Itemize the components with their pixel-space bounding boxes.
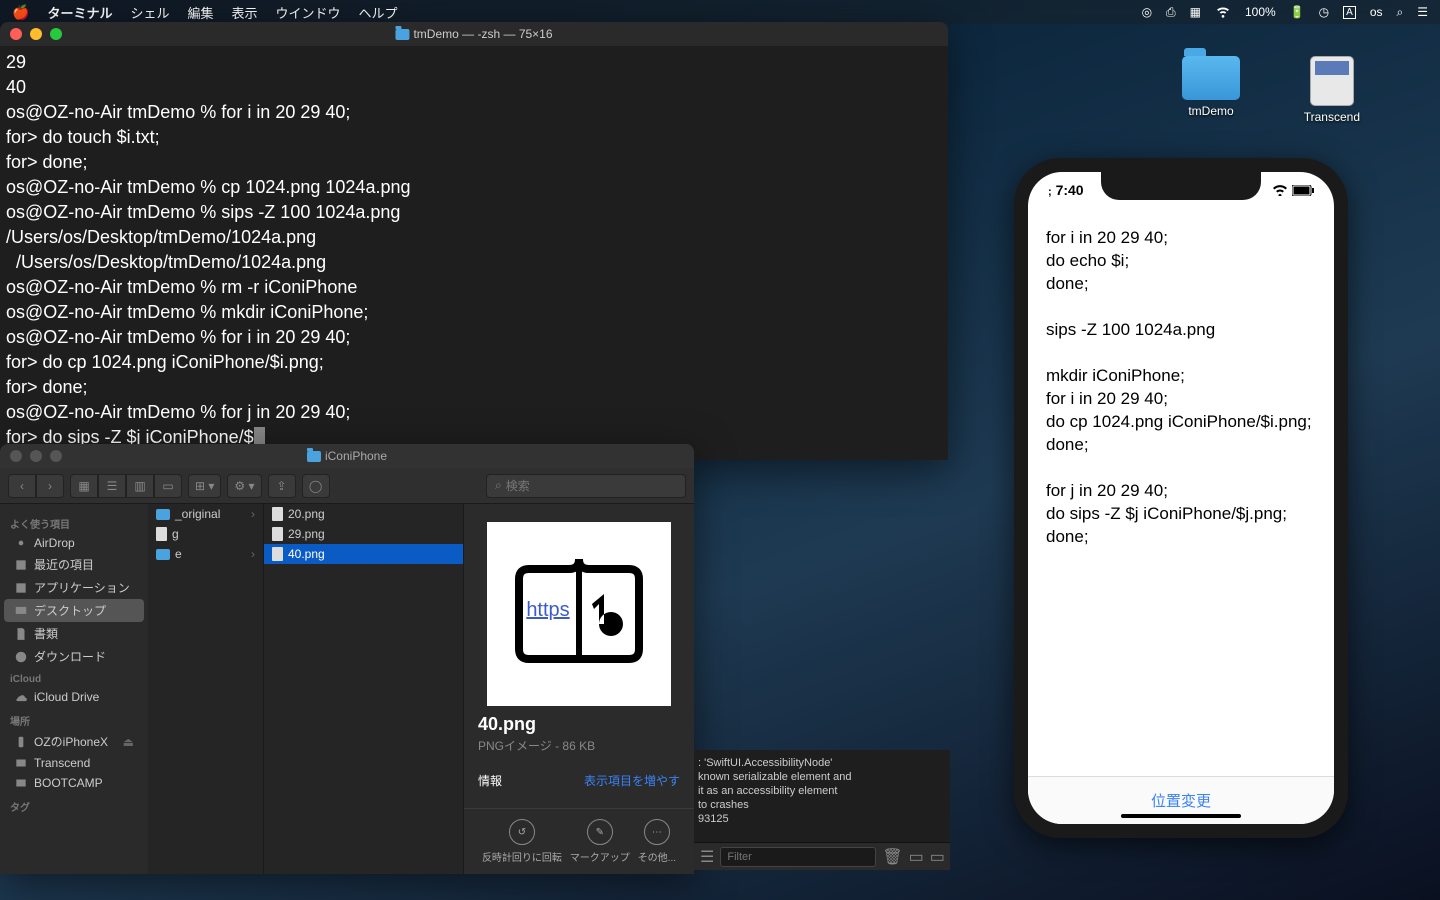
filter-input[interactable] xyxy=(720,847,876,867)
home-indicator[interactable] xyxy=(1121,814,1241,818)
rotate-action[interactable]: ↺反時計回りに回転 xyxy=(482,819,562,864)
desktop-label: tmDemo xyxy=(1188,104,1233,118)
folder-icon xyxy=(395,29,409,40)
phone-screen[interactable]: ; 7:40 for i in 20 29 40;do echo $i;done… xyxy=(1028,172,1334,824)
terminal-title: tmDemo — -zsh — 75×16 xyxy=(413,27,552,41)
sidebar-item-bootcamp[interactable]: BOOTCAMP xyxy=(4,773,144,793)
zoom-button[interactable] xyxy=(50,450,62,462)
arrange-button[interactable]: ⊞ ▾ xyxy=(188,474,221,498)
preview-subtitle: PNGイメージ - 86 KB xyxy=(478,737,680,754)
drive-icon xyxy=(1310,56,1354,106)
finder-titlebar[interactable]: iConiPhone xyxy=(0,444,694,468)
desktop-drive-transcend[interactable]: Transcend xyxy=(1304,56,1360,124)
list-item[interactable]: _original› xyxy=(148,504,263,524)
tag-button[interactable]: ◯ xyxy=(302,474,330,498)
spotlight-icon[interactable]: ⌕ xyxy=(1397,5,1404,20)
trash-icon[interactable]: 🗑 xyxy=(882,847,902,867)
desktop-folder-tmdemo[interactable]: tmDemo xyxy=(1182,56,1240,118)
filter-icon[interactable]: ☰ xyxy=(700,847,714,867)
markup-action[interactable]: ✎マークアップ xyxy=(570,819,630,864)
back-button[interactable]: ‹ xyxy=(8,474,36,498)
list-item[interactable]: e› xyxy=(148,544,263,564)
zoom-button[interactable] xyxy=(50,28,62,40)
finder-toolbar: ‹ › ▦ ☰ ▥ ▭ ⊞ ▾ ⚙ ▾ ⇪ ◯ ⌕ 検索 xyxy=(0,468,694,504)
column-1: _original› g e› xyxy=(148,504,264,874)
terminal-body[interactable]: 2940os@OZ-no-Air tmDemo % for i in 20 29… xyxy=(0,46,948,460)
record-icon[interactable]: ◎ xyxy=(1142,5,1152,19)
show-more-link[interactable]: 表示項目を増やす xyxy=(584,772,680,789)
menu-help[interactable]: ヘルプ xyxy=(359,3,398,22)
sidebar-head-loc: 場所 xyxy=(0,707,148,730)
info-label: 情報 xyxy=(478,772,502,789)
forward-button[interactable]: › xyxy=(36,474,64,498)
sidebar-head-tag: タグ xyxy=(0,793,148,816)
finder-sidebar: よく使う項目 AirDrop 最近の項目 アプリケーション デスクトップ 書類 … xyxy=(0,504,148,874)
iphone-simulator: ; 7:40 for i in 20 29 40;do echo $i;done… xyxy=(1014,158,1348,838)
column-2: 20.png 29.png 40.png xyxy=(264,504,464,874)
panel-icon[interactable]: ▭ xyxy=(930,847,945,867)
folder-icon xyxy=(1182,56,1240,100)
menu-shell[interactable]: シェル xyxy=(130,3,169,22)
sidebar-item-documents[interactable]: 書類 xyxy=(4,622,144,645)
share-button[interactable]: ⇪ xyxy=(268,474,296,498)
list-item[interactable]: g xyxy=(148,524,263,544)
app-name[interactable]: ターミナル xyxy=(47,3,112,22)
sidebar-item-recents[interactable]: 最近の項目 xyxy=(4,553,144,576)
apple-menu-icon[interactable]: 🍎 xyxy=(12,4,29,21)
close-button[interactable] xyxy=(10,28,22,40)
sidebar-item-icloud[interactable]: iCloud Drive xyxy=(4,687,144,707)
clock-icon[interactable]: ◷ xyxy=(1319,5,1329,19)
sidebar-item-transcend[interactable]: Transcend xyxy=(4,753,144,773)
sidebar-item-iphone[interactable]: OZのiPhoneX⏏ xyxy=(4,730,144,753)
menu-view[interactable]: 表示 xyxy=(231,3,257,22)
battery-pct: 100% xyxy=(1245,5,1276,19)
sidebar-item-downloads[interactable]: ダウンロード xyxy=(4,645,144,668)
view-gallery-button[interactable]: ▭ xyxy=(154,474,182,498)
minimize-button[interactable] xyxy=(30,28,42,40)
desktop-label: Transcend xyxy=(1304,110,1360,124)
preview-pane: https 40.png PNGイメージ - 86 KB 情報表示項目を増やす … xyxy=(464,504,694,874)
panel-icon[interactable]: ▭ xyxy=(909,847,924,867)
sidebar-item-airdrop[interactable]: AirDrop xyxy=(4,533,144,553)
more-action[interactable]: ⋯その他... xyxy=(638,819,676,864)
wifi-icon xyxy=(1272,184,1288,196)
terminal-window: tmDemo — -zsh — 75×16 2940os@OZ-no-Air t… xyxy=(0,22,948,460)
battery-icon[interactable]: 🔋 xyxy=(1290,5,1305,19)
wifi-icon[interactable] xyxy=(1215,3,1231,22)
preview-thumbnail: https xyxy=(487,522,671,706)
sidebar-item-apps[interactable]: アプリケーション xyxy=(4,576,144,599)
sidebar-head-fav: よく使う項目 xyxy=(0,510,148,533)
view-icon-button[interactable]: ▦ xyxy=(70,474,98,498)
svg-text:https: https xyxy=(526,599,569,621)
sidebar-item-desktop[interactable]: デスクトップ xyxy=(4,599,144,622)
battery-icon xyxy=(1292,185,1314,196)
notch xyxy=(1101,172,1261,200)
file-item[interactable]: 20.png xyxy=(264,504,463,524)
finder-title: iConiPhone xyxy=(325,449,387,463)
action-button[interactable]: ⚙ ▾ xyxy=(227,474,261,498)
folder-icon xyxy=(307,451,321,462)
menubar: 🍎 ターミナル シェル 編集 表示 ウインドウ ヘルプ ◎ ⎙ ▦ 100% 🔋… xyxy=(0,0,1440,24)
note-content[interactable]: for i in 20 29 40;do echo $i;done; sips … xyxy=(1028,198,1334,548)
terminal-titlebar[interactable]: tmDemo — -zsh — 75×16 xyxy=(0,22,948,46)
user-name[interactable]: os xyxy=(1370,5,1383,19)
tile-icon[interactable]: ▦ xyxy=(1190,5,1201,19)
file-item-selected[interactable]: 40.png xyxy=(264,544,463,564)
menu-edit[interactable]: 編集 xyxy=(187,3,213,22)
menu-window[interactable]: ウインドウ xyxy=(276,3,341,22)
status-time: ; 7:40 xyxy=(1048,182,1084,198)
finder-window: iConiPhone ‹ › ▦ ☰ ▥ ▭ ⊞ ▾ ⚙ ▾ ⇪ ◯ ⌕ 検索 … xyxy=(0,444,694,874)
camera-icon[interactable]: ⎙ xyxy=(1166,5,1176,20)
view-column-button[interactable]: ▥ xyxy=(126,474,154,498)
file-item[interactable]: 29.png xyxy=(264,524,463,544)
minimize-button[interactable] xyxy=(30,450,42,462)
search-field[interactable]: ⌕ 検索 xyxy=(486,474,686,498)
control-center-icon[interactable]: ☰ xyxy=(1417,5,1428,19)
preview-filename: 40.png xyxy=(478,714,680,735)
close-button[interactable] xyxy=(10,450,22,462)
xcode-filter-bar: ☰ 🗑 ▭ ▭ xyxy=(694,842,950,870)
input-source-icon[interactable]: A xyxy=(1343,6,1356,19)
view-list-button[interactable]: ☰ xyxy=(98,474,126,498)
sidebar-head-icloud: iCloud xyxy=(0,668,148,687)
